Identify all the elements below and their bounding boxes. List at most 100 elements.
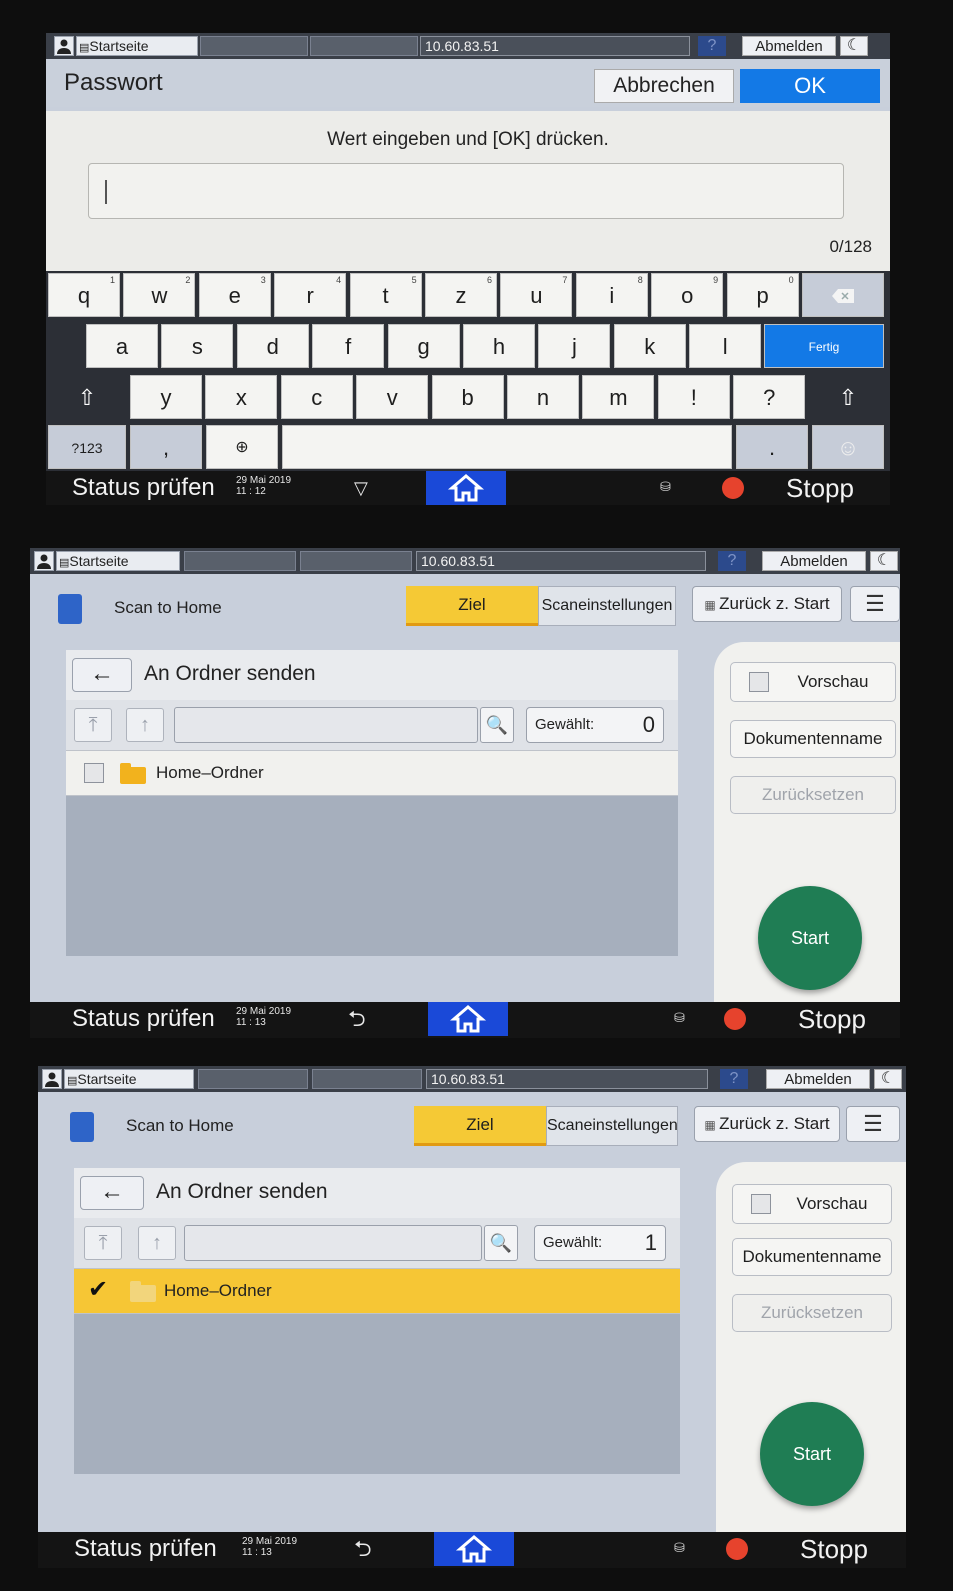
numbers-key[interactable]: ?123: [48, 425, 126, 469]
back-to-start-button[interactable]: ▦ Zurück z. Start: [692, 586, 842, 622]
tab-ziel[interactable]: Ziel: [406, 586, 538, 626]
preview-toggle[interactable]: Vorschau: [730, 662, 896, 702]
home-button[interactable]: [426, 471, 506, 505]
folder-back-button[interactable]: ←: [80, 1176, 144, 1210]
shift-right-key[interactable]: ⇧: [812, 375, 884, 419]
reset-button[interactable]: Zurücksetzen: [730, 776, 896, 814]
home-button[interactable]: [428, 1002, 508, 1036]
key-v[interactable]: v: [356, 375, 429, 419]
key-t[interactable]: t5: [349, 273, 422, 317]
tab-slot[interactable]: [310, 36, 418, 56]
key-a[interactable]: a: [86, 324, 158, 368]
emoji-key[interactable]: ☺: [812, 425, 884, 469]
key-w[interactable]: w2: [123, 273, 196, 317]
start-button[interactable]: Start: [758, 886, 862, 990]
backspace-key[interactable]: [802, 273, 884, 317]
search-button[interactable]: 🔍: [484, 1225, 518, 1261]
key-m[interactable]: m: [582, 375, 655, 419]
key-b[interactable]: b: [431, 375, 504, 419]
energy-saver-button[interactable]: ☾: [840, 36, 868, 56]
key-r[interactable]: r4: [274, 273, 347, 317]
dot-key[interactable]: .: [736, 425, 808, 469]
menu-button[interactable]: ☰: [846, 1106, 900, 1142]
tab-slot[interactable]: [200, 36, 308, 56]
stop-icon[interactable]: [726, 1538, 748, 1560]
back-icon[interactable]: ⮌: [354, 1536, 372, 1562]
home-button[interactable]: [434, 1532, 514, 1566]
key-exclamation[interactable]: !: [657, 375, 730, 419]
folder-row-home[interactable]: ✔ Home–Ordner: [74, 1268, 680, 1314]
tab-slot[interactable]: [312, 1069, 422, 1089]
ok-button[interactable]: OK: [740, 69, 880, 103]
folder-row-home[interactable]: Home–Ordner: [66, 750, 678, 796]
user-icon[interactable]: [54, 36, 74, 56]
stop-button[interactable]: Stopp: [798, 1004, 866, 1034]
status-check-button[interactable]: Status prüfen: [72, 1004, 215, 1034]
space-key[interactable]: [282, 425, 732, 469]
status-check-button[interactable]: Status prüfen: [72, 473, 215, 503]
stop-icon[interactable]: [724, 1008, 746, 1030]
key-p[interactable]: p0: [726, 273, 799, 317]
document-name-button[interactable]: Dokumentenname: [732, 1238, 892, 1276]
stop-button[interactable]: Stopp: [786, 473, 854, 503]
back-to-start-button[interactable]: ▦ Zurück z. Start: [694, 1106, 840, 1142]
key-k[interactable]: k: [613, 324, 686, 368]
key-j[interactable]: j: [538, 324, 611, 368]
home-tab[interactable]: ▤Startseite: [76, 36, 198, 56]
key-e[interactable]: e3: [198, 273, 271, 317]
key-question[interactable]: ?: [733, 375, 806, 419]
key-f[interactable]: f: [312, 324, 385, 368]
folder-back-button[interactable]: ←: [72, 658, 132, 692]
energy-saver-button[interactable]: ☾: [870, 551, 898, 571]
key-z[interactable]: z6: [425, 273, 497, 317]
key-c[interactable]: c: [280, 375, 353, 419]
key-y[interactable]: y: [130, 375, 202, 419]
home-tab[interactable]: ▤Startseite: [64, 1069, 194, 1089]
key-s[interactable]: s: [161, 324, 234, 368]
up-level-button[interactable]: ↑: [126, 708, 164, 742]
key-i[interactable]: i8: [575, 273, 648, 317]
back-icon[interactable]: ⮌: [348, 1006, 366, 1032]
key-h[interactable]: h: [463, 324, 535, 368]
checkmark-icon[interactable]: ✔: [88, 1275, 108, 1304]
logout-button[interactable]: Abmelden: [762, 551, 866, 571]
tab-scan-settings[interactable]: Scaneinstellungen: [538, 586, 676, 626]
top-level-button[interactable]: ⤒: [74, 708, 112, 742]
status-check-button[interactable]: Status prüfen: [74, 1534, 217, 1564]
done-key[interactable]: Fertig: [764, 324, 884, 368]
tab-slot[interactable]: [300, 551, 412, 571]
comma-key[interactable]: ,: [130, 425, 202, 469]
logout-button[interactable]: Abmelden: [742, 36, 836, 56]
home-tab[interactable]: ▤Startseite: [56, 551, 180, 571]
search-button[interactable]: 🔍: [480, 707, 514, 743]
hide-keyboard-icon[interactable]: ▽: [354, 475, 368, 501]
document-name-button[interactable]: Dokumentenname: [730, 720, 896, 758]
help-button[interactable]: ?: [698, 36, 726, 56]
key-x[interactable]: x: [205, 375, 278, 419]
folder-checkbox[interactable]: [84, 763, 104, 783]
tab-slot[interactable]: [184, 551, 296, 571]
preview-checkbox[interactable]: [751, 1194, 771, 1214]
key-d[interactable]: d: [236, 324, 309, 368]
logout-button[interactable]: Abmelden: [766, 1069, 870, 1089]
key-n[interactable]: n: [507, 375, 579, 419]
preview-toggle[interactable]: Vorschau: [732, 1184, 892, 1224]
key-q[interactable]: q1: [48, 273, 120, 317]
key-l[interactable]: l: [689, 324, 762, 368]
up-level-button[interactable]: ↑: [138, 1226, 176, 1260]
tab-ziel[interactable]: Ziel: [414, 1106, 546, 1146]
key-u[interactable]: u7: [500, 273, 573, 317]
menu-button[interactable]: ☰: [850, 586, 900, 622]
globe-key[interactable]: ⊕: [206, 425, 278, 469]
stop-button[interactable]: Stopp: [800, 1534, 868, 1564]
search-input[interactable]: [174, 707, 478, 743]
help-button[interactable]: ?: [720, 1069, 748, 1089]
start-button[interactable]: Start: [760, 1402, 864, 1506]
key-o[interactable]: o9: [651, 273, 724, 317]
help-button[interactable]: ?: [718, 551, 746, 571]
energy-saver-button[interactable]: ☾: [874, 1069, 902, 1089]
search-input[interactable]: [184, 1225, 482, 1261]
tab-scan-settings[interactable]: Scaneinstellungen: [546, 1106, 678, 1146]
user-icon[interactable]: [34, 551, 54, 571]
top-level-button[interactable]: ⤒: [84, 1226, 122, 1260]
